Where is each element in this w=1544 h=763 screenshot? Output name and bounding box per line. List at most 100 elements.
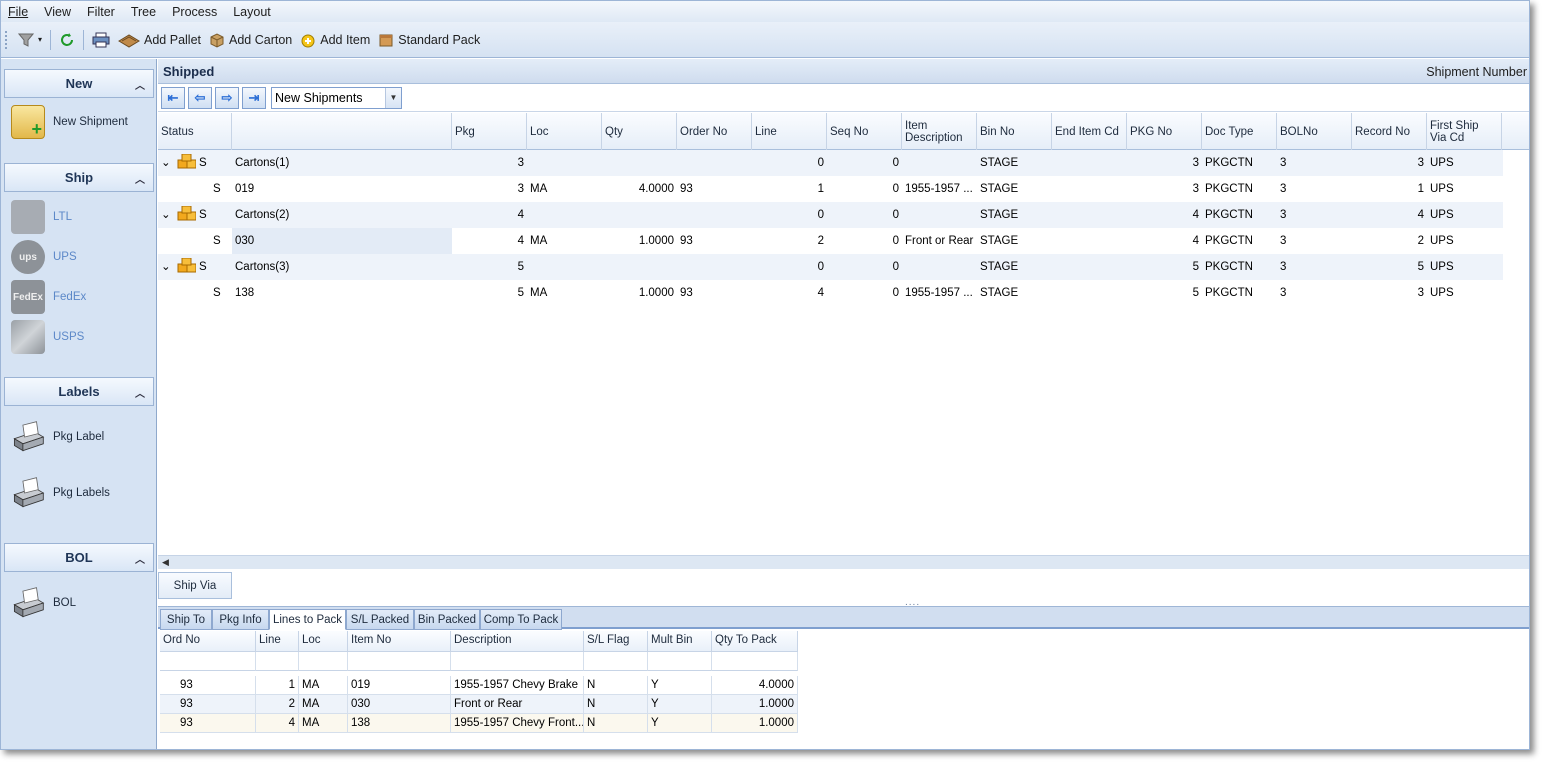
cell-qty[interactable]: 4.0000 [602,176,677,202]
prev-record-button[interactable]: ⇦ [188,86,212,109]
cell-rec[interactable]: 4 [1352,202,1427,228]
filter-cell[interactable] [160,652,256,671]
column-header[interactable]: Ord No [160,631,256,652]
cell-pkg[interactable]: 5 [452,280,527,306]
nav-group-bol[interactable]: BOL ︿ [4,543,154,572]
add-carton-button[interactable]: Add Carton [205,30,296,50]
nav-item-ltl[interactable]: LTL [11,200,72,234]
cell-end[interactable] [1052,254,1127,280]
last-record-button[interactable]: ⇥ [242,86,266,109]
cell-status[interactable]: S [196,202,216,228]
tab-pkg-info[interactable]: Pkg Info [212,609,269,630]
cell-via[interactable]: UPS [1427,280,1502,306]
filter-cell[interactable] [584,652,648,671]
tab-lines-to-pack[interactable]: Lines to Pack [269,609,346,630]
nav-item-bol[interactable]: BOL [11,586,76,620]
cell-end[interactable] [1052,280,1127,306]
cell-qty[interactable]: 1.0000 [602,280,677,306]
cell[interactable]: Front or Rear [451,695,584,714]
menu-process[interactable]: Process [164,5,225,19]
nav-item-fedex[interactable]: FedEx FedEx [11,280,86,314]
sort-label[interactable]: Shipment Number [1426,65,1527,79]
cell-rec[interactable]: 3 [1352,280,1427,306]
shipment-filter-select[interactable]: New Shipments ▼ [271,86,402,109]
cell-end[interactable] [1052,228,1127,254]
cell-pkg[interactable]: 4 [452,202,527,228]
nav-group-ship[interactable]: Ship ︿ [4,163,154,192]
tab-comp-to-pack[interactable]: Comp To Pack [480,609,562,630]
cell-seq[interactable]: 0 [827,228,902,254]
cell-status[interactable]: S [196,150,216,176]
cell-name[interactable]: Cartons(3) [232,254,452,280]
refresh-button[interactable] [55,30,79,50]
cell-loc[interactable] [527,254,602,280]
table-row[interactable]: S 019 3 MA 4.0000 93 1 0 1955-1957 ... STAGE 3 PKGC… [158,176,1503,202]
cell-bin[interactable]: STAGE [977,202,1052,228]
column-header[interactable]: Status [158,113,232,150]
cell-seq[interactable]: 0 [827,202,902,228]
cell-qty[interactable] [602,150,677,176]
cell-status[interactable]: S [210,280,230,306]
cell-loc[interactable] [527,150,602,176]
cell-desc[interactable]: Front or Rear [902,228,977,254]
cell-end[interactable] [1052,176,1127,202]
cell-via[interactable]: UPS [1427,202,1502,228]
cell-qty[interactable] [602,202,677,228]
cell-name[interactable]: 019 [232,176,452,202]
cell-via[interactable]: UPS [1427,176,1502,202]
cell-order[interactable] [677,202,752,228]
cell-desc[interactable]: 1955-1957 ... [902,176,977,202]
column-header[interactable]: Qty [602,113,677,150]
cell[interactable]: Y [648,676,712,695]
column-header[interactable]: Doc Type [1202,113,1277,150]
cell-order[interactable] [677,254,752,280]
cell-rec[interactable]: 3 [1352,150,1427,176]
filter-cell[interactable] [256,652,299,671]
column-header[interactable]: Item Description [902,113,977,150]
column-header[interactable]: Line [256,631,299,652]
column-header[interactable] [232,113,452,150]
cell[interactable]: 1.0000 [712,714,798,733]
add-pallet-button[interactable]: Add Pallet [114,30,205,50]
expand-chevron-icon[interactable]: ⌄ [158,150,172,176]
tab-bin-packed[interactable]: Bin Packed [414,609,480,630]
cell-seq[interactable]: 0 [827,280,902,306]
cell[interactable]: 1955-1957 Chevy Front... [451,714,584,733]
cell-pkgno[interactable]: 4 [1127,202,1202,228]
cell[interactable]: 4.0000 [712,676,798,695]
cell-via[interactable]: UPS [1427,228,1502,254]
expand-chevron-icon[interactable]: ⌄ [158,254,172,280]
cell-pkgno[interactable]: 5 [1127,280,1202,306]
cell-end[interactable] [1052,150,1127,176]
column-header[interactable]: Loc [299,631,348,652]
cell-bin[interactable]: STAGE [977,254,1052,280]
toolbar-grip[interactable] [5,30,8,49]
cell-qty[interactable] [602,254,677,280]
standard-pack-button[interactable]: Standard Pack [374,30,484,50]
cell-line[interactable]: 1 [752,176,827,202]
tab-s-l-packed[interactable]: S/L Packed [346,609,414,630]
ship-via-button[interactable]: Ship Via [158,572,232,599]
cell-line[interactable]: 0 [752,150,827,176]
nav-group-new[interactable]: New ︿ [4,69,154,98]
filter-cell[interactable] [299,652,348,671]
cell-bol[interactable]: 3 [1277,176,1352,202]
cell[interactable]: 030 [348,695,451,714]
column-header[interactable]: Loc [527,113,602,150]
cell-name[interactable]: 030 [232,228,452,254]
cell-bin[interactable]: STAGE [977,150,1052,176]
nav-group-labels[interactable]: Labels ︿ [4,377,154,406]
column-header[interactable]: BOLNo [1277,113,1352,150]
cell-rec[interactable]: 1 [1352,176,1427,202]
cell-name[interactable]: 138 [232,280,452,306]
chevron-down-icon[interactable]: ▼ [385,87,401,108]
filter-cell[interactable] [712,652,798,671]
cell-pkgno[interactable]: 4 [1127,228,1202,254]
menu-tree[interactable]: Tree [123,5,164,19]
cell[interactable]: MA [299,714,348,733]
cell-desc[interactable] [902,202,977,228]
column-header[interactable]: Seq No [827,113,902,150]
cell[interactable]: Y [648,714,712,733]
menu-file[interactable]: File [1,5,36,19]
cell[interactable]: MA [299,695,348,714]
